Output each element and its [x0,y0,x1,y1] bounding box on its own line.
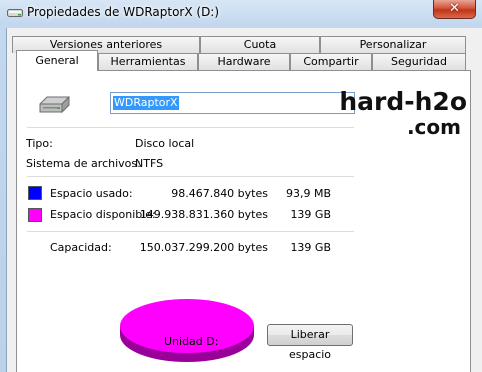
title-bar[interactable]: Propiedades de WDRaptorX (D:) ✕ [0,0,482,28]
tab-general[interactable]: General [16,50,98,71]
dialog-client: Versiones anteriores Cuota Personalizar … [6,28,482,372]
type-value: Disco local [135,137,195,150]
tab-seguridad[interactable]: Seguridad [372,53,466,70]
close-icon: ✕ [449,1,460,16]
drive-name-value: WDRaptorX [113,96,179,110]
window-title: Propiedades de WDRaptorX (D:) [27,5,220,19]
separator [27,176,354,177]
free-bytes: 149.938.831.360 bytes [139,208,268,221]
tab-hardware[interactable]: Hardware [198,53,290,70]
watermark-line1: hard-h2o [339,87,467,116]
used-color-swatch [28,186,42,200]
type-label: Tipo: [26,137,53,150]
filesystem-value: NTFS [135,157,164,170]
window-icon [7,9,23,17]
drive-letter-label: Unidad D: [164,335,219,348]
window-frame: Propiedades de WDRaptorX (D:) ✕ Versione… [0,0,482,372]
capacity-label: Capacidad: [50,241,112,254]
cleanup-button[interactable]: Liberar espacio [267,324,353,361]
used-bytes: 98.467.840 bytes [171,187,268,200]
watermark-line2: .com [406,115,461,139]
tab-herramientas[interactable]: Herramientas [98,53,198,70]
free-size: 139 GB [290,208,331,221]
capacity-bytes: 150.037.299.200 bytes [139,241,268,254]
used-label: Espacio usado: [50,187,133,200]
disk-usage-pie [120,299,254,362]
filesystem-label: Sistema de archivos: [26,157,141,170]
drive-icon [39,95,70,114]
tab-personalizar[interactable]: Personalizar [320,36,466,53]
tab-cuota[interactable]: Cuota [200,36,320,53]
separator [27,231,354,232]
free-color-swatch [28,208,42,222]
general-panel: WDRaptorX hard-h2o .com Tipo: Disco loca… [16,70,471,372]
tab-compartir[interactable]: Compartir [290,53,372,70]
capacity-size: 139 GB [290,241,331,254]
used-size: 93,9 MB [285,187,331,200]
close-button[interactable]: ✕ [433,0,476,19]
separator [27,127,354,128]
drive-name-input[interactable]: WDRaptorX [110,92,355,114]
